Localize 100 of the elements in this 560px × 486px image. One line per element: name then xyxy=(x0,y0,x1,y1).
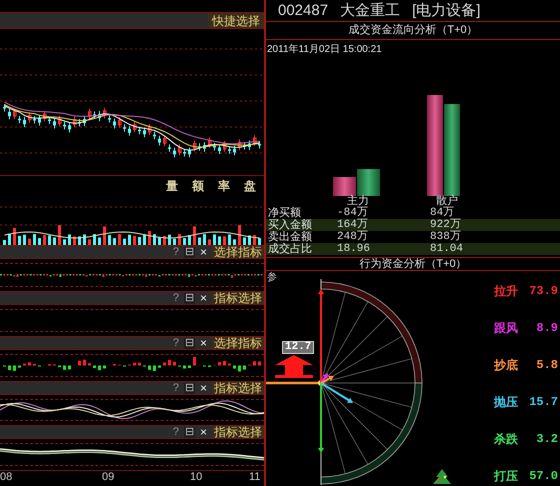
volume-bar xyxy=(148,231,151,245)
volume-bar xyxy=(53,237,56,245)
volume-tab[interactable]: 量 xyxy=(166,180,178,192)
help-button[interactable]: ? xyxy=(172,382,179,394)
candle xyxy=(163,134,166,147)
timestamp: 2011年11月02日 15:00:21 xyxy=(267,45,382,55)
candle xyxy=(128,125,131,136)
row-label: 净买额 xyxy=(267,208,301,218)
help-button[interactable]: ? xyxy=(172,426,179,438)
candle xyxy=(168,144,171,152)
candle xyxy=(83,116,86,127)
table-cell: 922万 xyxy=(429,220,461,230)
candle xyxy=(108,114,111,124)
table-cell: 81.04 xyxy=(429,244,464,254)
table-cell-text: -84万 xyxy=(336,208,369,218)
volume-tab[interactable]: 额 xyxy=(192,180,204,192)
minimize-button[interactable]: ⊟ xyxy=(184,246,195,258)
candle xyxy=(53,118,56,129)
candle xyxy=(173,147,176,158)
minimize-button[interactable]: ⊟ xyxy=(184,338,195,348)
volume-bar xyxy=(98,237,101,245)
volume-bar xyxy=(233,239,236,245)
volume-bar xyxy=(203,234,206,245)
indicator-bar xyxy=(98,366,101,370)
indicator-select-button[interactable]: 选择指标 xyxy=(212,246,264,258)
help-button[interactable]: ? xyxy=(172,338,179,348)
indicator-bar xyxy=(18,366,21,368)
minimize-button[interactable]: ⊟ xyxy=(184,426,195,438)
minimize-button[interactable]: ⊟ xyxy=(184,382,195,394)
table-cell: 84万 xyxy=(429,208,454,218)
indicator-select-button[interactable]: 指标选择 xyxy=(212,426,264,438)
candle xyxy=(203,142,206,152)
help-button[interactable]: ? xyxy=(172,292,179,304)
candle xyxy=(143,126,146,138)
volume-bar xyxy=(138,236,141,245)
table-cell-text: 248万 xyxy=(336,232,369,242)
volume-bar xyxy=(88,239,91,245)
volume-bar xyxy=(33,234,36,245)
indicator-bar xyxy=(53,364,56,366)
candle xyxy=(233,145,236,156)
group-label: 主力 xyxy=(347,196,370,207)
candle xyxy=(93,110,96,120)
indicator-bar xyxy=(8,366,11,370)
legend-label: 抄底 xyxy=(494,358,518,370)
indicator-select-button[interactable]: 选择指标 xyxy=(212,337,264,349)
volume-bar xyxy=(118,234,121,245)
candle xyxy=(253,134,256,146)
volume-bar xyxy=(108,235,111,245)
candle xyxy=(258,140,261,149)
candle xyxy=(138,126,141,135)
table-cell-text: 164万 xyxy=(336,220,369,230)
minimize-button[interactable]: ⊟ xyxy=(184,292,195,304)
candle xyxy=(3,104,6,112)
close-button[interactable]: × xyxy=(200,337,207,349)
indicator-bar xyxy=(163,362,166,366)
candle xyxy=(208,136,212,149)
indicator-bar xyxy=(48,364,51,366)
axis-label: 10 xyxy=(190,472,202,483)
volume-bar xyxy=(28,238,31,245)
indicator-bar xyxy=(193,357,196,366)
indicator-bar xyxy=(258,361,261,366)
volume-bar xyxy=(58,225,61,245)
close-button[interactable]: × xyxy=(200,246,207,258)
indicator-select-button[interactable]: 指标选择 xyxy=(212,382,264,394)
help-button[interactable]: ? xyxy=(172,246,179,258)
indicator-bar xyxy=(83,360,86,366)
candle xyxy=(153,131,156,140)
axis-label: 11 xyxy=(249,472,260,483)
volume-bar xyxy=(93,234,96,245)
volume-bar xyxy=(123,238,126,245)
quick-select-button[interactable]: 快捷选择 xyxy=(208,13,264,28)
close-button[interactable]: × xyxy=(200,426,207,438)
value-badge: 12.7 xyxy=(282,341,314,354)
indicator-bar xyxy=(118,364,121,366)
close-button[interactable]: × xyxy=(200,292,207,304)
indicator-select-button[interactable]: 指标选择 xyxy=(212,292,264,304)
candle xyxy=(98,110,101,122)
indicator-bar xyxy=(218,362,221,366)
candle xyxy=(18,115,21,124)
volume-bar xyxy=(43,235,46,245)
stock-name: 大金重工 xyxy=(340,3,400,18)
legend-value: 73.9 xyxy=(529,284,558,296)
bar xyxy=(333,177,356,196)
volume-bar xyxy=(163,236,166,245)
volume-tab[interactable]: 率 xyxy=(218,180,230,192)
legend-value: 15.7 xyxy=(529,396,558,408)
legend-label: 拉升 xyxy=(494,284,518,296)
indicator-bar xyxy=(238,366,241,372)
volume-bar xyxy=(238,225,241,245)
indicator-bar xyxy=(223,360,226,366)
row-label: 买入金额 xyxy=(267,220,313,230)
legend-label: 跟风 xyxy=(494,322,518,334)
volume-bar xyxy=(213,234,216,245)
volume-tab[interactable]: 盘 xyxy=(244,180,256,192)
candle xyxy=(68,122,71,133)
candle xyxy=(193,140,196,152)
volume-bar xyxy=(3,240,6,245)
candle xyxy=(58,115,62,127)
table-cell: 838万 xyxy=(429,232,461,242)
close-button[interactable]: × xyxy=(200,382,207,394)
